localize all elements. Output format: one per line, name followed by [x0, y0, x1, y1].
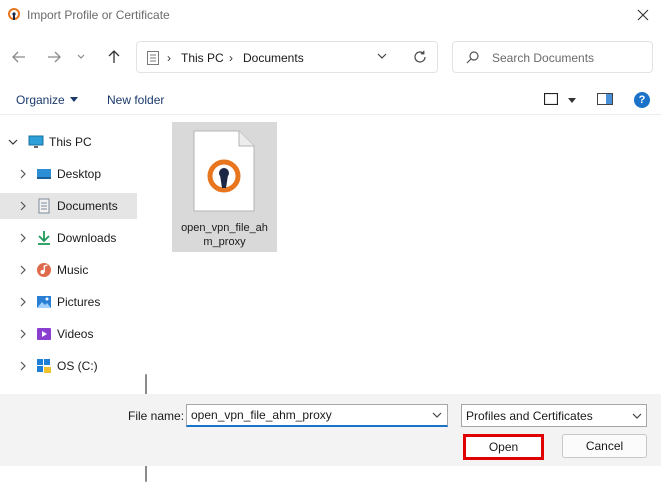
file-name-label: open_vpn_file_ahm_proxy	[181, 222, 268, 248]
dialog-footer: File name: Profiles and Certificates Ope…	[0, 394, 661, 466]
file-type-value: Profiles and Certificates	[466, 409, 593, 423]
sidebar-item-os-drive[interactable]: OS (C:)	[0, 353, 137, 379]
videos-icon	[37, 328, 51, 340]
refresh-icon[interactable]	[413, 50, 427, 64]
chevron-right-icon[interactable]	[18, 201, 28, 211]
breadcrumb-separator-icon: ›	[167, 51, 171, 65]
breadcrumb-separator-icon: ›	[229, 51, 233, 65]
command-bar: Organize New folder ?	[0, 84, 661, 115]
sidebar-item-label: Videos	[57, 327, 94, 341]
drive-icon	[37, 359, 51, 373]
sidebar-item-this-pc[interactable]: This PC	[0, 129, 137, 155]
sidebar-item-downloads[interactable]: Downloads	[0, 225, 137, 251]
sidebar-item-label: Downloads	[57, 231, 117, 245]
documents-icon	[38, 198, 50, 214]
file-type-select[interactable]: Profiles and Certificates	[461, 404, 647, 427]
chevron-right-icon[interactable]	[18, 265, 28, 275]
chevron-down-icon[interactable]	[432, 412, 442, 419]
caret-down-icon	[69, 97, 78, 102]
arrow-right-icon	[48, 51, 61, 63]
sidebar-item-label: Music	[57, 263, 89, 277]
arrow-left-icon	[12, 51, 25, 63]
sidebar-item-label: Desktop	[57, 167, 102, 181]
sidebar-item-videos[interactable]: Videos	[0, 321, 137, 347]
chevron-right-icon[interactable]	[18, 361, 28, 371]
window-title: Import Profile or Certificate	[27, 8, 170, 22]
chevron-right-icon[interactable]	[18, 169, 28, 179]
close-icon	[637, 9, 649, 21]
sidebar-item-label: This PC	[49, 135, 92, 149]
music-icon	[37, 263, 51, 277]
organize-button[interactable]: Organize	[16, 93, 78, 107]
search-input[interactable]: Search Documents	[492, 51, 594, 65]
arrow-up-icon	[108, 50, 120, 63]
preview-pane-icon[interactable]	[597, 93, 613, 105]
navigation-pane: This PC Desktop Documents Downloads Musi…	[0, 116, 152, 482]
sidebar-item-desktop[interactable]: Desktop	[0, 161, 137, 187]
desktop-icon	[37, 169, 51, 179]
file-name-input[interactable]	[186, 404, 448, 427]
sidebar-item-pictures[interactable]: Pictures	[0, 289, 137, 315]
file-list: open_vpn_file_ahm_proxy	[155, 116, 661, 394]
view-layout-icon[interactable]	[544, 93, 558, 105]
recent-locations-button[interactable]	[73, 47, 89, 67]
open-button[interactable]: Open	[463, 434, 544, 460]
caret-down-icon[interactable]	[568, 98, 576, 103]
chevron-down-icon	[77, 54, 85, 59]
search-icon	[466, 51, 479, 64]
chevron-down-icon[interactable]	[377, 53, 387, 60]
breadcrumb-this-pc[interactable]: This PC	[181, 51, 224, 65]
close-button[interactable]	[631, 3, 655, 27]
file-item[interactable]: open_vpn_file_ahm_proxy	[172, 122, 277, 252]
openvpn-file-icon	[193, 130, 255, 212]
search-box[interactable]: Search Documents	[452, 41, 653, 73]
chevron-right-icon[interactable]	[18, 233, 28, 243]
forward-button[interactable]	[43, 47, 65, 67]
monitor-icon	[28, 135, 44, 148]
chevron-right-icon[interactable]	[18, 329, 28, 339]
sidebar-item-music[interactable]: Music	[0, 257, 137, 283]
organize-label: Organize	[16, 93, 65, 107]
document-folder-icon	[147, 51, 159, 65]
pictures-icon	[37, 296, 51, 308]
back-button[interactable]	[8, 47, 30, 67]
chevron-right-icon[interactable]	[18, 297, 28, 307]
openvpn-app-icon	[8, 8, 20, 20]
help-button[interactable]: ?	[634, 92, 650, 108]
sidebar-item-label: Documents	[57, 199, 118, 213]
up-button[interactable]	[103, 47, 125, 67]
new-folder-button[interactable]: New folder	[107, 93, 164, 107]
file-name-label: File name:	[128, 409, 185, 423]
title-bar: Import Profile or Certificate	[0, 0, 661, 30]
sidebar-item-documents[interactable]: Documents	[0, 193, 137, 219]
sidebar-item-label: OS (C:)	[57, 359, 98, 373]
address-bar[interactable]: › This PC › Documents	[136, 41, 438, 73]
sidebar-item-label: Pictures	[57, 295, 101, 309]
cancel-button[interactable]: Cancel	[562, 434, 647, 458]
download-icon	[38, 231, 50, 245]
breadcrumb-documents[interactable]: Documents	[243, 51, 304, 65]
chevron-down-icon	[632, 413, 642, 419]
chevron-down-icon[interactable]	[8, 137, 18, 147]
